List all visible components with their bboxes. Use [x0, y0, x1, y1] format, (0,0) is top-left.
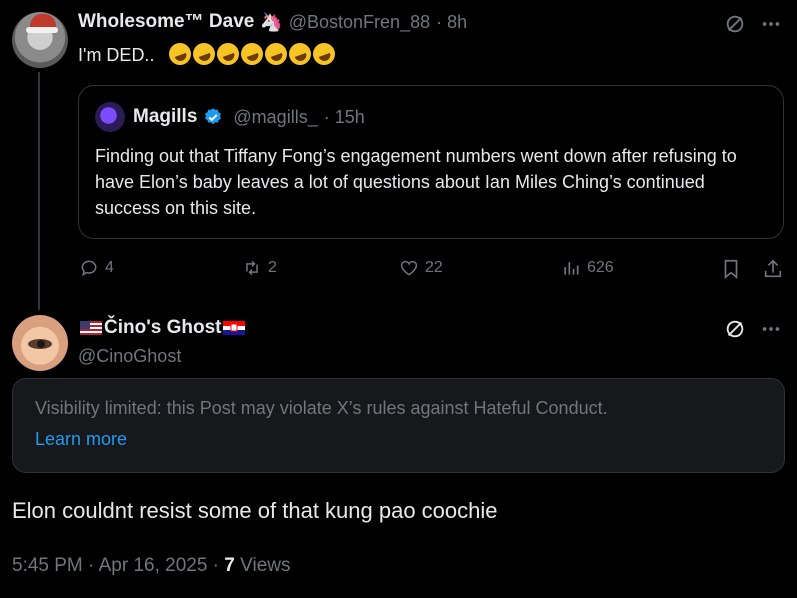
grok-icon[interactable]	[724, 13, 746, 40]
notice-text: Visibility limited: this Post may violat…	[35, 398, 608, 418]
author-handle[interactable]: @BostonFren_88	[289, 12, 430, 33]
bookmark-icon	[724, 259, 738, 280]
more-options-icon[interactable]	[760, 13, 782, 40]
views-count: 626	[587, 259, 614, 276]
quoted-handle: @magills_	[233, 106, 318, 127]
avatar[interactable]	[12, 315, 68, 371]
repost-count: 2	[268, 259, 277, 276]
reply-count: 4	[105, 259, 114, 276]
tweet-text: I'm DED..	[78, 39, 339, 69]
post-timestamp[interactable]: 5:45 PM · Apr 16, 2025 ·	[12, 555, 219, 576]
verified-badge-icon	[205, 108, 222, 125]
quoted-time: · 15h	[323, 106, 365, 127]
share-icon	[764, 259, 782, 278]
more-options-icon[interactable]	[760, 318, 782, 345]
quoted-header: Magills @magills_ · 15h	[133, 106, 365, 128]
tweet-header: Wholesome™ Dave 🦄 @BostonFren_88 · 8h	[78, 11, 467, 33]
unicorn-emoji: 🦄	[260, 11, 283, 32]
views-count: 7	[224, 555, 235, 576]
bookmark-button[interactable]	[720, 258, 742, 285]
us-flag-icon	[80, 321, 102, 335]
like-button[interactable]: 22	[399, 258, 443, 278]
rofl-emojis	[166, 39, 339, 69]
post-time[interactable]: · 8h	[436, 12, 467, 33]
thread-connector-line	[38, 72, 40, 310]
quoted-avatar	[95, 102, 125, 132]
author-name[interactable]: Wholesome™ Dave	[78, 11, 254, 33]
share-button[interactable]	[762, 258, 784, 285]
like-count: 22	[425, 259, 443, 276]
grok-icon[interactable]	[724, 318, 746, 345]
reply-button[interactable]: 4	[79, 258, 114, 278]
quoted-text: Finding out that Tiffany Fong’s engageme…	[95, 146, 737, 218]
tweet-header: Čino's Ghost	[78, 317, 247, 339]
author-name[interactable]: Čino's Ghost	[104, 317, 221, 339]
repost-icon	[246, 260, 258, 276]
avatar[interactable]	[12, 12, 68, 68]
post-meta: 5:45 PM · Apr 16, 2025 · 7 Views	[12, 555, 291, 577]
views-label: Views	[240, 555, 291, 576]
reply-icon	[81, 260, 97, 277]
croatia-flag-icon	[223, 321, 246, 335]
heart-icon	[400, 260, 418, 276]
post-text: Elon couldnt resist some of that kung pa…	[12, 498, 498, 523]
repost-button[interactable]: 2	[242, 258, 277, 278]
views-button[interactable]: 626	[561, 258, 614, 278]
visibility-limited-notice	[12, 378, 785, 473]
author-handle[interactable]: @CinoGhost	[78, 346, 181, 367]
learn-more-link[interactable]: Learn more	[35, 429, 127, 450]
views-chart-icon	[564, 262, 579, 275]
quoted-author-name: Magills	[133, 106, 198, 127]
